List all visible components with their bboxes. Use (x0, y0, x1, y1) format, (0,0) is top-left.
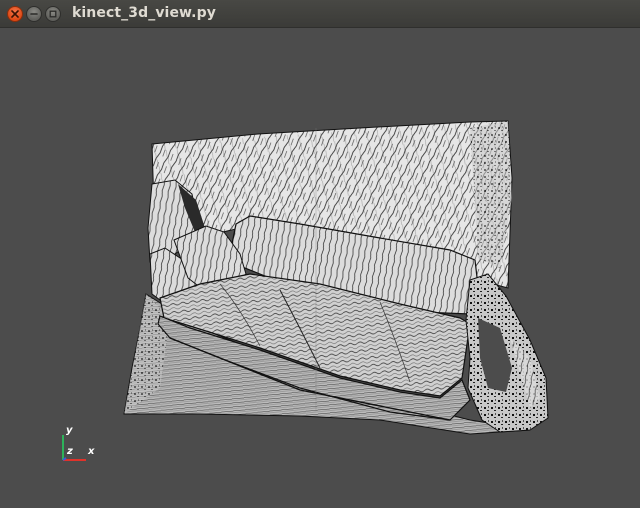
z-axis-label: z (66, 446, 73, 457)
y-axis-label: y (66, 425, 73, 436)
3d-viewport[interactable]: y z x (0, 28, 640, 508)
minimize-button[interactable] (26, 6, 42, 22)
minimize-icon (30, 13, 38, 15)
app-window: kinect_3d_view.py y z x (0, 0, 640, 508)
maximize-button[interactable] (45, 6, 61, 22)
point-cloud-canvas[interactable]: y z x (0, 28, 640, 508)
close-icon (11, 10, 19, 18)
close-button[interactable] (7, 6, 23, 22)
x-axis-label: x (87, 446, 95, 457)
axes-gizmo: y z x (62, 425, 95, 461)
window-title: kinect_3d_view.py (72, 5, 216, 21)
maximize-icon (49, 10, 57, 18)
title-bar[interactable]: kinect_3d_view.py (0, 0, 640, 28)
